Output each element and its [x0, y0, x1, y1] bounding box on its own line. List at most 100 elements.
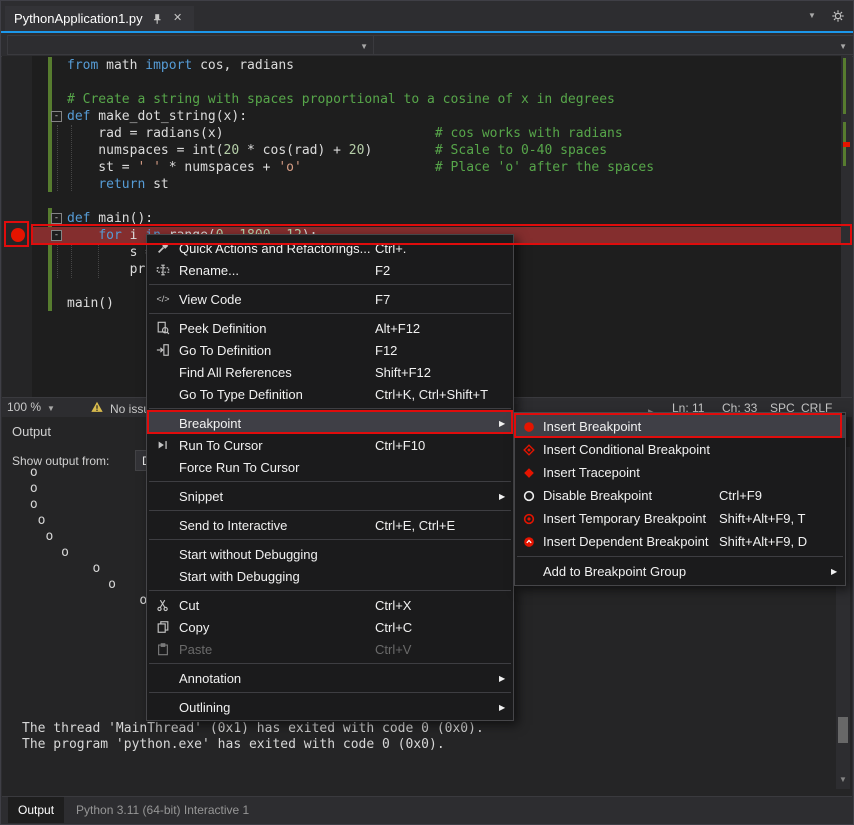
scroll-down-icon[interactable]: ▼ [836, 769, 850, 787]
fold-toggle-icon[interactable]: - [51, 213, 62, 224]
peek-definition-icon [147, 321, 179, 335]
menu-item-label: Copy [179, 620, 375, 635]
code-segment: # Place 'o' after the spaces [435, 160, 654, 175]
view-code-icon: </> [147, 295, 179, 304]
code-segment: return [98, 177, 145, 192]
document-tab-title: PythonApplication1.py [14, 11, 143, 26]
menu-item-label: Insert Conditional Breakpoint [543, 442, 719, 457]
code-line[interactable]: def main(): [2, 210, 841, 227]
menu-item-go-to-definition[interactable]: Go To DefinitionF12 [147, 339, 513, 361]
warning-icon [90, 400, 104, 417]
menu-item-copy[interactable]: CopyCtrl+C [147, 616, 513, 638]
code-line[interactable]: from math import cos, radians [2, 57, 841, 74]
menu-item-outlining[interactable]: Outlining▶ [147, 696, 513, 718]
menu-item-insert-tracepoint[interactable]: Insert Tracepoint [515, 461, 845, 484]
chevron-down-icon: ▼ [47, 400, 55, 414]
code-line[interactable] [2, 74, 841, 91]
chevron-down-icon[interactable]: ▼ [805, 9, 819, 23]
code-line[interactable]: def make_dot_string(x): [2, 108, 841, 125]
menu-item-snippet[interactable]: Snippet▶ [147, 485, 513, 507]
menu-item-shortcut: Ctrl+F10 [375, 438, 499, 453]
document-tab[interactable]: PythonApplication1.py ✕ [5, 6, 194, 31]
code-line[interactable]: numspaces = int(20 * cos(rad) + 20) # Sc… [2, 142, 841, 159]
menu-item-insert-conditional-breakpoint[interactable]: Insert Conditional Breakpoint [515, 438, 845, 461]
menu-item-label: Add to Breakpoint Group [543, 564, 719, 579]
menu-item-send-to-interactive[interactable]: Send to InteractiveCtrl+E, Ctrl+E [147, 514, 513, 536]
fold-toggle-icon[interactable]: - [51, 111, 62, 122]
code-segment: # Scale to 0-40 spaces [435, 143, 607, 158]
menu-item-label: Insert Breakpoint [543, 419, 719, 434]
editor-context-menu: Quick Actions and Refactorings...Ctrl+.R… [146, 234, 514, 721]
code-line[interactable]: # Create a string with spaces proportion… [2, 91, 841, 108]
temporary-breakpoint-icon [515, 512, 543, 526]
code-segment: from [67, 58, 98, 73]
tool-window-tab-output[interactable]: Output [8, 797, 64, 823]
menu-item-shortcut: Ctrl+F9 [719, 488, 831, 503]
menu-item-annotation[interactable]: Annotation▶ [147, 667, 513, 689]
fold-toggle-icon[interactable]: - [51, 230, 62, 241]
submenu-arrow-icon: ▶ [831, 567, 845, 576]
menu-item-start-with-debugging[interactable]: Start with Debugging [147, 565, 513, 587]
menu-item-disable-breakpoint[interactable]: Disable BreakpointCtrl+F9 [515, 484, 845, 507]
menu-item-shortcut: Shift+F12 [375, 365, 499, 380]
document-tab-bar: PythonApplication1.py ✕ ▼ [1, 1, 853, 31]
code-segment [67, 177, 98, 192]
menu-item-label: Start without Debugging [179, 547, 375, 562]
chevron-down-icon: ▼ [360, 36, 368, 54]
menu-item-view-code[interactable]: </>View CodeF7 [147, 288, 513, 310]
submenu-arrow-icon: ▶ [499, 703, 513, 712]
close-icon[interactable]: ✕ [171, 12, 185, 26]
menu-item-add-to-breakpoint-group[interactable]: Add to Breakpoint Group ▶ [515, 560, 845, 583]
menu-item-force-run-to-cursor[interactable]: Force Run To Cursor [147, 456, 513, 478]
menu-item-shortcut: Ctrl+K, Ctrl+Shift+T [375, 387, 499, 402]
menu-item-insert-temporary-breakpoint[interactable]: Insert Temporary BreakpointShift+Alt+F9,… [515, 507, 845, 530]
menu-item-label: Start with Debugging [179, 569, 375, 584]
nav-dropdown-right[interactable]: ▼ [373, 35, 854, 55]
menu-item-label: Force Run To Cursor [179, 460, 375, 475]
code-segment: main(): [90, 211, 153, 226]
chevron-down-icon: ▼ [839, 36, 847, 54]
code-segment: main() [67, 296, 114, 311]
zoom-control[interactable]: 100 % ▼ [7, 400, 55, 414]
code-line[interactable]: st = ' ' * numspaces + 'o' # Place 'o' a… [2, 159, 841, 176]
menu-item-insert-breakpoint[interactable]: Insert Breakpoint [515, 415, 845, 438]
code-segment: math [98, 58, 145, 73]
menu-item-cut[interactable]: CutCtrl+X [147, 594, 513, 616]
gear-icon[interactable] [831, 9, 845, 23]
code-segment: make_dot_string(x): [90, 109, 247, 124]
menu-item-run-to-cursor[interactable]: Run To CursorCtrl+F10 [147, 434, 513, 456]
menu-item-insert-dependent-breakpoint[interactable]: Insert Dependent BreakpointShift+Alt+F9,… [515, 530, 845, 553]
menu-item-start-without-debugging[interactable]: Start without Debugging [147, 543, 513, 565]
menu-item-quick-actions-and-refactorings[interactable]: Quick Actions and Refactorings...Ctrl+. [147, 237, 513, 259]
menu-item-shortcut: Shift+Alt+F9, T [719, 511, 831, 526]
code-line[interactable]: return st [2, 176, 841, 193]
menu-item-label: Breakpoint [179, 416, 375, 431]
menu-item-shortcut: F2 [375, 263, 499, 278]
breakpoint-icon [515, 420, 543, 434]
menu-separator [149, 692, 511, 693]
code-line[interactable] [2, 193, 841, 210]
output-panel-title: Output [12, 424, 51, 439]
pin-icon[interactable] [150, 12, 164, 26]
menu-item-peek-definition[interactable]: Peek DefinitionAlt+F12 [147, 317, 513, 339]
code-line[interactable]: rad = radians(x) # cos works with radian… [2, 125, 841, 142]
nav-dropdown-left[interactable]: ▼ [7, 35, 375, 55]
menu-item-paste[interactable]: PasteCtrl+V [147, 638, 513, 660]
scrollbar-thumb[interactable] [838, 717, 848, 743]
menu-item-rename[interactable]: Rename...F2 [147, 259, 513, 281]
menu-separator [149, 539, 511, 540]
code-segment: numspaces = int( [67, 143, 224, 158]
menu-item-shortcut: Alt+F12 [375, 321, 499, 336]
menu-item-breakpoint[interactable]: Breakpoint▶ [147, 412, 513, 434]
menu-item-label: Rename... [179, 263, 375, 278]
rename-icon [147, 263, 179, 277]
menu-item-label: Run To Cursor [179, 438, 375, 453]
copy-icon [147, 620, 179, 634]
tab-bar-controls: ▼ [805, 9, 845, 23]
output-line: The thread 'MainThread' (0x1) has exited… [22, 721, 828, 737]
editor-vertical-scrollbar[interactable] [841, 56, 852, 397]
menu-item-find-all-references[interactable]: Find All ReferencesShift+F12 [147, 361, 513, 383]
tool-window-tab-python-3-11-64-bit-interactive-1[interactable]: Python 3.11 (64-bit) Interactive 1 [66, 797, 259, 823]
menu-item-go-to-type-definition[interactable]: Go To Type DefinitionCtrl+K, Ctrl+Shift+… [147, 383, 513, 405]
vs-window: PythonApplication1.py ✕ ▼ ▼ ▼ from math … [0, 0, 854, 825]
